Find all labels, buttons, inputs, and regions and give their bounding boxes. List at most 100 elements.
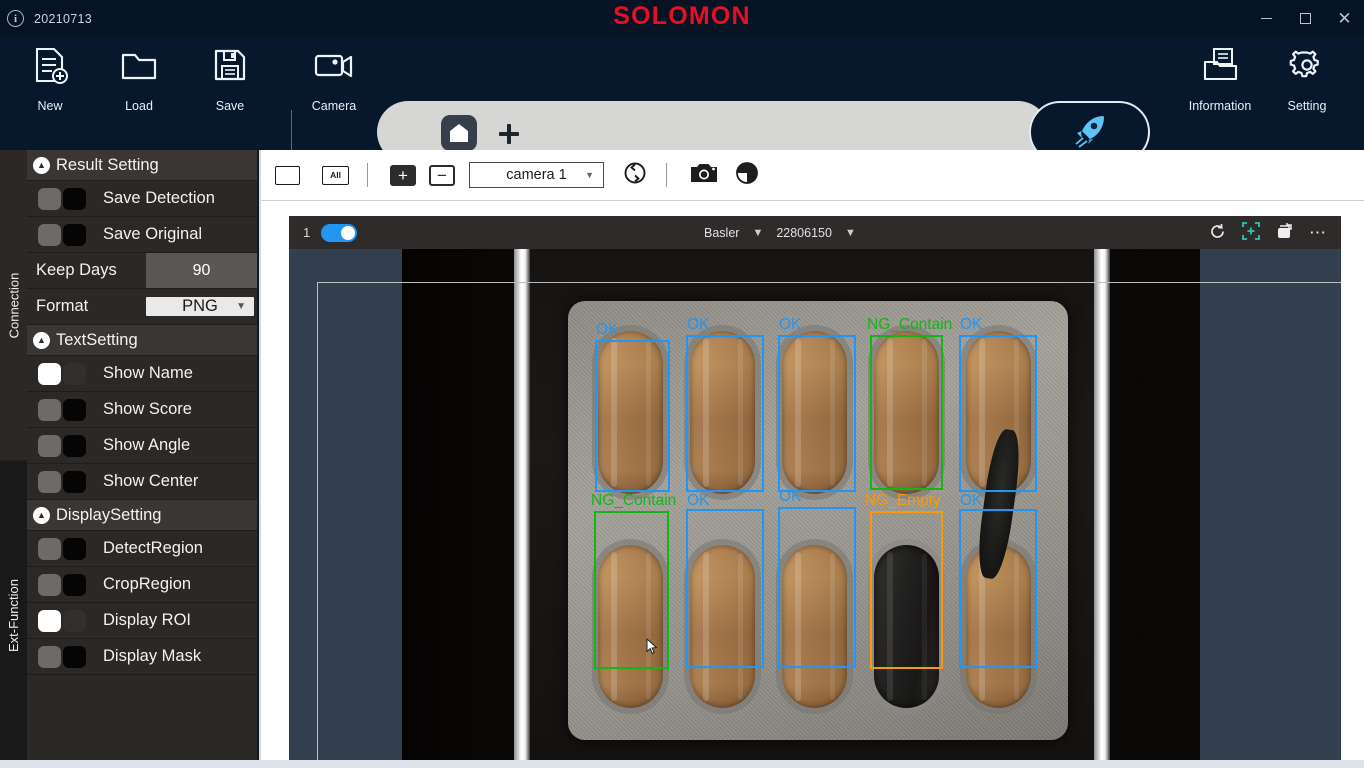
mouse-cursor — [646, 637, 658, 655]
camera-panel-header: 1 Basler ▼ 22806150 ▼ ⋯ — [289, 216, 1341, 249]
zoom-in-icon[interactable]: + — [390, 164, 416, 186]
group-title-text-setting: TextSetting — [56, 330, 138, 349]
chevron-down-icon[interactable]: ▼ — [845, 227, 856, 239]
camera-snapshot-icon[interactable] — [689, 161, 719, 190]
setting-row-show-name[interactable]: Show Name — [27, 356, 257, 392]
setting-row-show-center[interactable]: Show Center — [27, 464, 257, 500]
contrast-icon[interactable] — [735, 161, 759, 190]
label-detect-region: DetectRegion — [103, 539, 203, 557]
camera-image-panel: 1 Basler ▼ 22806150 ▼ ⋯ OK OK OK NG_Cont… — [289, 216, 1341, 762]
group-header-result-setting[interactable]: ▲ Result Setting — [27, 150, 257, 181]
group-title-result-setting: Result Setting — [56, 155, 159, 174]
single-frame-icon[interactable] — [275, 165, 300, 185]
more-options-icon[interactable]: ⋯ — [1309, 224, 1327, 241]
new-button[interactable]: New — [8, 37, 92, 150]
save-button-label: Save — [215, 99, 245, 113]
save-button[interactable]: Save — [188, 37, 272, 150]
setting-row-save-original[interactable]: Save Original — [27, 217, 257, 253]
chevron-up-icon: ▲ — [33, 331, 50, 349]
vertical-tab-connection[interactable]: Connection — [0, 150, 27, 460]
label-show-center: Show Center — [103, 472, 199, 490]
image-left-margin — [289, 249, 402, 762]
reload-icon[interactable] — [1209, 223, 1226, 243]
image-right-margin — [1200, 249, 1341, 762]
setting-row-detect-region[interactable]: DetectRegion — [27, 531, 257, 567]
maximize-button[interactable] — [1286, 0, 1325, 37]
plus-icon[interactable] — [498, 123, 520, 145]
new-document-icon — [8, 37, 92, 93]
floppy-disk-icon — [188, 37, 272, 93]
chevron-down-icon: ▼ — [236, 301, 246, 312]
toggle-detect-region[interactable] — [38, 537, 87, 561]
keep-days-input[interactable]: 90 — [146, 253, 257, 288]
viewer-divider-1 — [367, 163, 368, 187]
toggle-crop-region[interactable] — [38, 573, 87, 597]
detection-label: OK — [779, 316, 802, 333]
application-window: i 20210713 SOLOMON ✕ New Load Save Camer… — [0, 0, 1364, 768]
label-show-score: Show Score — [103, 400, 192, 418]
toggle-display-mask[interactable] — [38, 645, 87, 669]
toggle-save-detection[interactable] — [38, 187, 87, 211]
format-select[interactable]: PNG ▼ — [146, 297, 254, 316]
toggle-display-roi[interactable] — [38, 609, 87, 633]
group-title-display-setting: DisplaySetting — [56, 505, 162, 524]
group-header-text-setting[interactable]: ▲ TextSetting — [27, 325, 257, 356]
setting-row-show-angle[interactable]: Show Angle — [27, 428, 257, 464]
information-button-label: Information — [1188, 99, 1252, 113]
toggle-save-original[interactable] — [38, 223, 87, 247]
label-display-roi: Display ROI — [103, 611, 192, 629]
toggle-show-center[interactable] — [38, 470, 87, 494]
detection-box — [870, 335, 943, 490]
label-save-original: Save Original — [103, 225, 203, 243]
camera-button[interactable]: Camera — [292, 37, 376, 150]
group-header-display-setting[interactable]: ▲ DisplaySetting — [27, 500, 257, 531]
camera-live-image[interactable]: OK OK OK NG_Contain OK NG_Contain OK OK … — [289, 249, 1341, 762]
detection-box — [686, 335, 764, 492]
setting-row-save-detection[interactable]: Save Detection — [27, 181, 257, 217]
vertical-tab-strip: Connection Ext-Function — [0, 150, 27, 768]
main-toolbar: New Load Save Camera Information Setting — [0, 37, 1364, 167]
camera-select-value: camera 1 — [506, 167, 567, 183]
setting-row-show-score[interactable]: Show Score — [27, 392, 257, 428]
label-show-name: Show Name — [103, 364, 193, 382]
setting-row-display-roi[interactable]: Display ROI — [27, 603, 257, 639]
detection-label: OK — [779, 488, 802, 505]
conveyor-rail-left — [514, 249, 530, 762]
detection-box — [686, 509, 764, 668]
chevron-down-icon[interactable]: ▼ — [752, 227, 763, 239]
toggle-show-score[interactable] — [38, 398, 87, 422]
rocket-icon — [1070, 110, 1110, 155]
toggle-show-name[interactable] — [38, 362, 87, 386]
detection-box — [870, 511, 943, 669]
capture-icon[interactable] — [1276, 222, 1294, 243]
setting-button-label: Setting — [1287, 99, 1327, 113]
camera-enable-toggle[interactable] — [321, 223, 358, 242]
vertical-tab-connection-label: Connection — [6, 272, 21, 338]
close-button[interactable]: ✕ — [1325, 0, 1364, 37]
camera-index-label: 1 — [303, 225, 311, 240]
toggle-show-angle[interactable] — [38, 434, 87, 458]
chevron-up-icon: ▲ — [33, 156, 50, 174]
information-button[interactable]: Information — [1178, 37, 1262, 150]
detection-label: OK — [960, 492, 983, 509]
focus-target-icon[interactable] — [1242, 222, 1260, 243]
camera-brand-value: Basler — [704, 225, 740, 240]
vertical-tab-ext-function[interactable]: Ext-Function — [0, 462, 27, 768]
setting-row-crop-region[interactable]: CropRegion — [27, 567, 257, 603]
refresh-icon[interactable] — [622, 160, 648, 191]
information-icon — [1178, 37, 1262, 93]
zoom-out-icon[interactable]: − — [429, 164, 455, 186]
setting-row-display-mask[interactable]: Display Mask — [27, 639, 257, 675]
minimize-button[interactable] — [1247, 0, 1286, 37]
load-button[interactable]: Load — [97, 37, 181, 150]
folder-open-icon — [97, 37, 181, 93]
label-crop-region: CropRegion — [103, 575, 192, 593]
detection-label: NG_Empty — [865, 492, 941, 509]
gear-icon — [1265, 37, 1349, 93]
setting-button[interactable]: Setting — [1265, 37, 1349, 150]
camera-select[interactable]: camera 1 ▼ — [469, 162, 604, 188]
new-button-label: New — [37, 99, 63, 113]
all-view-button[interactable]: All — [322, 165, 349, 185]
detection-box — [595, 340, 670, 492]
pentagon-node-icon[interactable] — [441, 115, 477, 151]
